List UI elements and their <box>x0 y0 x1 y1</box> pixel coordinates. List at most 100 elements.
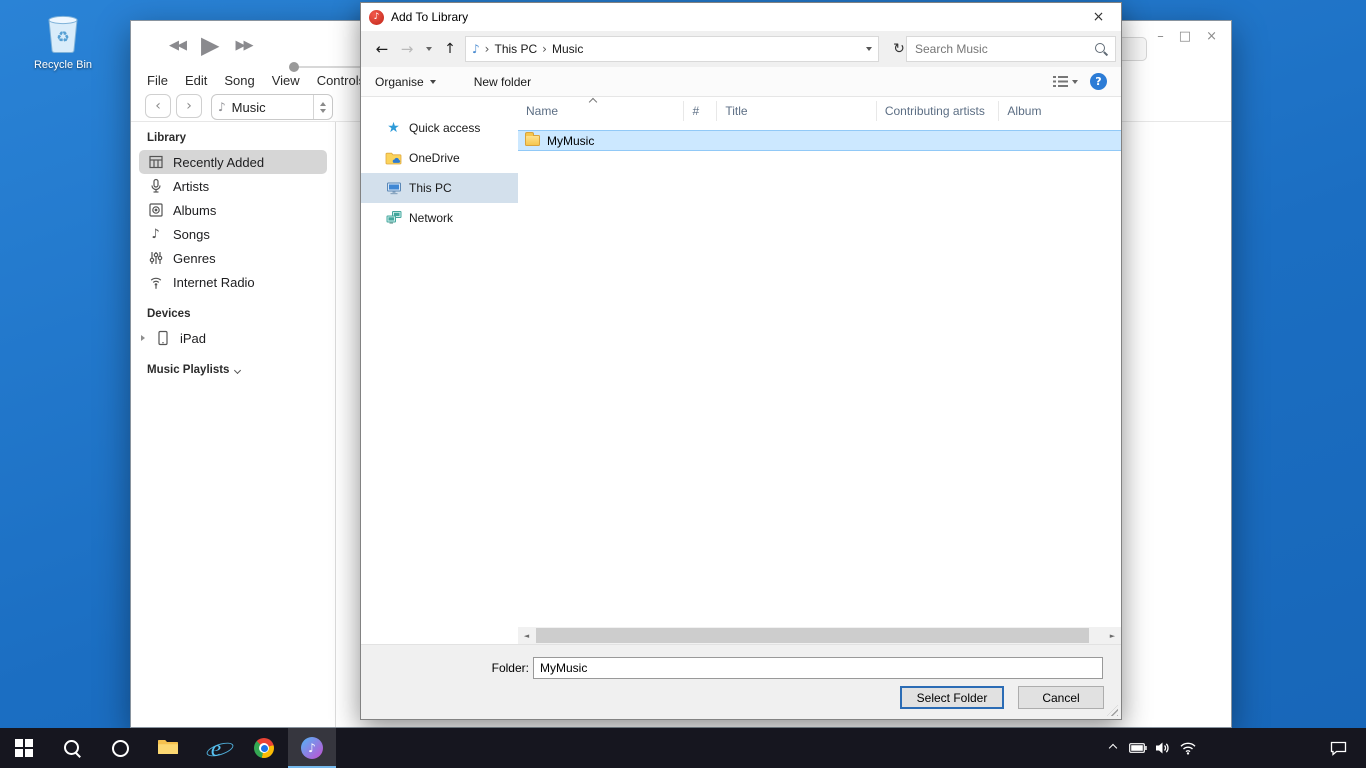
column-title[interactable]: Title <box>717 101 876 121</box>
music-folder-icon: ♪ <box>472 42 480 56</box>
system-tray <box>1100 728 1366 768</box>
breadcrumb-music[interactable]: Music <box>552 42 583 56</box>
scroll-right-icon[interactable]: ► <box>1104 627 1121 644</box>
column-contributing-artists[interactable]: Contributing artists <box>877 101 1000 121</box>
navigation-pane: ★ Quick access OneDrive This PC Network <box>361 97 518 644</box>
disclosure-chevron-icon[interactable] <box>141 335 145 341</box>
chrome-button[interactable] <box>240 728 288 768</box>
back-button[interactable]: ‹ <box>145 94 171 118</box>
sidebar-item-genres[interactable]: Genres <box>139 246 327 270</box>
dialog-titlebar[interactable]: ♪ Add To Library × <box>361 3 1121 31</box>
cancel-button[interactable]: Cancel <box>1018 686 1104 709</box>
up-button[interactable]: ↑ <box>439 31 461 67</box>
folder-name-input[interactable] <box>533 657 1103 679</box>
column-headers: Name # Title Contributing artists Album <box>518 97 1121 125</box>
file-row-mymusic[interactable]: MyMusic <box>518 130 1121 151</box>
radio-broadcast-icon <box>147 274 164 290</box>
recycle-bin[interactable]: ♻ Recycle Bin <box>26 8 100 71</box>
fast-forward-button[interactable]: ▶▶ <box>235 38 251 53</box>
play-button[interactable]: ▶ <box>201 31 219 59</box>
media-type-selector[interactable]: ♪ Music <box>211 94 333 120</box>
nav-item-this-pc[interactable]: This PC <box>361 173 518 203</box>
horizontal-scrollbar[interactable]: ◄ ► <box>518 627 1121 644</box>
volume-slider[interactable] <box>291 66 361 68</box>
scroll-left-icon[interactable]: ◄ <box>518 627 535 644</box>
start-button[interactable] <box>0 728 48 768</box>
organise-button[interactable]: Organise <box>375 75 436 89</box>
change-view-button[interactable] <box>1053 75 1078 88</box>
column-name[interactable]: Name <box>518 101 684 121</box>
forward-button[interactable]: › <box>176 94 202 118</box>
add-to-library-dialog: ♪ Add To Library × ← → ↑ ♪ › This PC › M… <box>360 2 1122 720</box>
sidebar-item-internet-radio[interactable]: Internet Radio <box>139 270 327 294</box>
sidebar-item-songs[interactable]: ♪ Songs <box>139 222 327 246</box>
help-button[interactable]: ? <box>1090 73 1107 90</box>
itunes-app-icon: ♪ <box>369 10 384 25</box>
address-bar[interactable]: ♪ › This PC › Music <box>465 36 879 62</box>
scrollbar-track[interactable] <box>535 627 1104 644</box>
back-button[interactable]: ← <box>369 31 395 67</box>
cortana-button[interactable] <box>96 728 144 768</box>
sidebar-item-label: Artists <box>173 179 209 194</box>
nav-item-network[interactable]: Network <box>361 203 518 233</box>
recent-locations-dropdown[interactable] <box>421 31 437 67</box>
menu-edit[interactable]: Edit <box>185 73 207 88</box>
column-number[interactable]: # <box>684 101 717 121</box>
search-icon[interactable] <box>1095 43 1108 56</box>
select-folder-button[interactable]: Select Folder <box>900 686 1004 709</box>
action-center-button[interactable] <box>1316 728 1360 768</box>
battery-icon[interactable] <box>1125 728 1150 768</box>
new-folder-label: New folder <box>474 75 531 89</box>
sidebar-item-ipad[interactable]: iPad <box>139 326 327 350</box>
folder-icon <box>525 135 540 146</box>
media-selector-stepper[interactable] <box>313 95 332 119</box>
forward-button[interactable]: → <box>395 31 419 67</box>
faders-icon <box>147 250 164 266</box>
nav-item-onedrive[interactable]: OneDrive <box>361 143 518 173</box>
address-dropdown-icon[interactable] <box>866 47 872 51</box>
scrollbar-thumb[interactable] <box>536 628 1089 643</box>
show-hidden-icons-button[interactable] <box>1100 728 1125 768</box>
breadcrumb-separator-icon: › <box>485 42 490 56</box>
music-playlists-header[interactable]: Music Playlists <box>147 364 335 376</box>
chevron-down-icon <box>426 47 432 51</box>
itunes-sidebar: Library Recently Added Artists Albums <box>131 122 336 727</box>
menu-song[interactable]: Song <box>224 73 254 88</box>
nav-item-quick-access[interactable]: ★ Quick access <box>361 113 518 143</box>
windows-logo-icon <box>15 739 33 757</box>
rewind-button[interactable]: ◀◀ <box>169 38 185 53</box>
menu-view[interactable]: View <box>272 73 300 88</box>
search-box[interactable] <box>906 36 1116 62</box>
chevron-down-icon <box>234 366 241 373</box>
breadcrumb-this-pc[interactable]: This PC <box>494 42 537 56</box>
itunes-window-controls: – □ × <box>1157 29 1217 44</box>
search-icon <box>63 739 81 757</box>
album-icon <box>147 202 164 218</box>
resize-grip[interactable] <box>1107 705 1118 716</box>
wifi-icon[interactable] <box>1175 728 1200 768</box>
chevron-up-icon <box>1108 744 1116 752</box>
internet-explorer-icon: e <box>211 737 221 760</box>
itunes-taskbar-button[interactable]: ♪ <box>288 728 336 768</box>
library-header: Library <box>147 132 335 144</box>
organise-label: Organise <box>375 75 424 89</box>
sidebar-item-artists[interactable]: Artists <box>139 174 327 198</box>
internet-explorer-button[interactable]: e <box>192 728 240 768</box>
devices-header: Devices <box>147 308 335 320</box>
minimize-button[interactable]: – <box>1157 29 1164 44</box>
new-folder-button[interactable]: New folder <box>474 75 531 89</box>
sidebar-item-albums[interactable]: Albums <box>139 198 327 222</box>
sidebar-item-recently-added[interactable]: Recently Added <box>139 150 327 174</box>
recycle-bin-icon: ♻ <box>40 43 86 57</box>
search-input[interactable] <box>907 42 1095 56</box>
column-album[interactable]: Album <box>999 101 1121 121</box>
menu-controls[interactable]: Controls <box>317 73 365 88</box>
file-explorer-button[interactable] <box>144 728 192 768</box>
volume-icon[interactable] <box>1150 728 1175 768</box>
menu-file[interactable]: File <box>147 73 168 88</box>
close-button[interactable]: × <box>1206 29 1217 44</box>
taskbar-search-button[interactable] <box>48 728 96 768</box>
itunes-playback-controls: ◀◀ ▶ ▶▶ <box>169 31 251 59</box>
maximize-button[interactable]: □ <box>1179 29 1191 44</box>
close-icon[interactable]: × <box>1076 3 1121 31</box>
